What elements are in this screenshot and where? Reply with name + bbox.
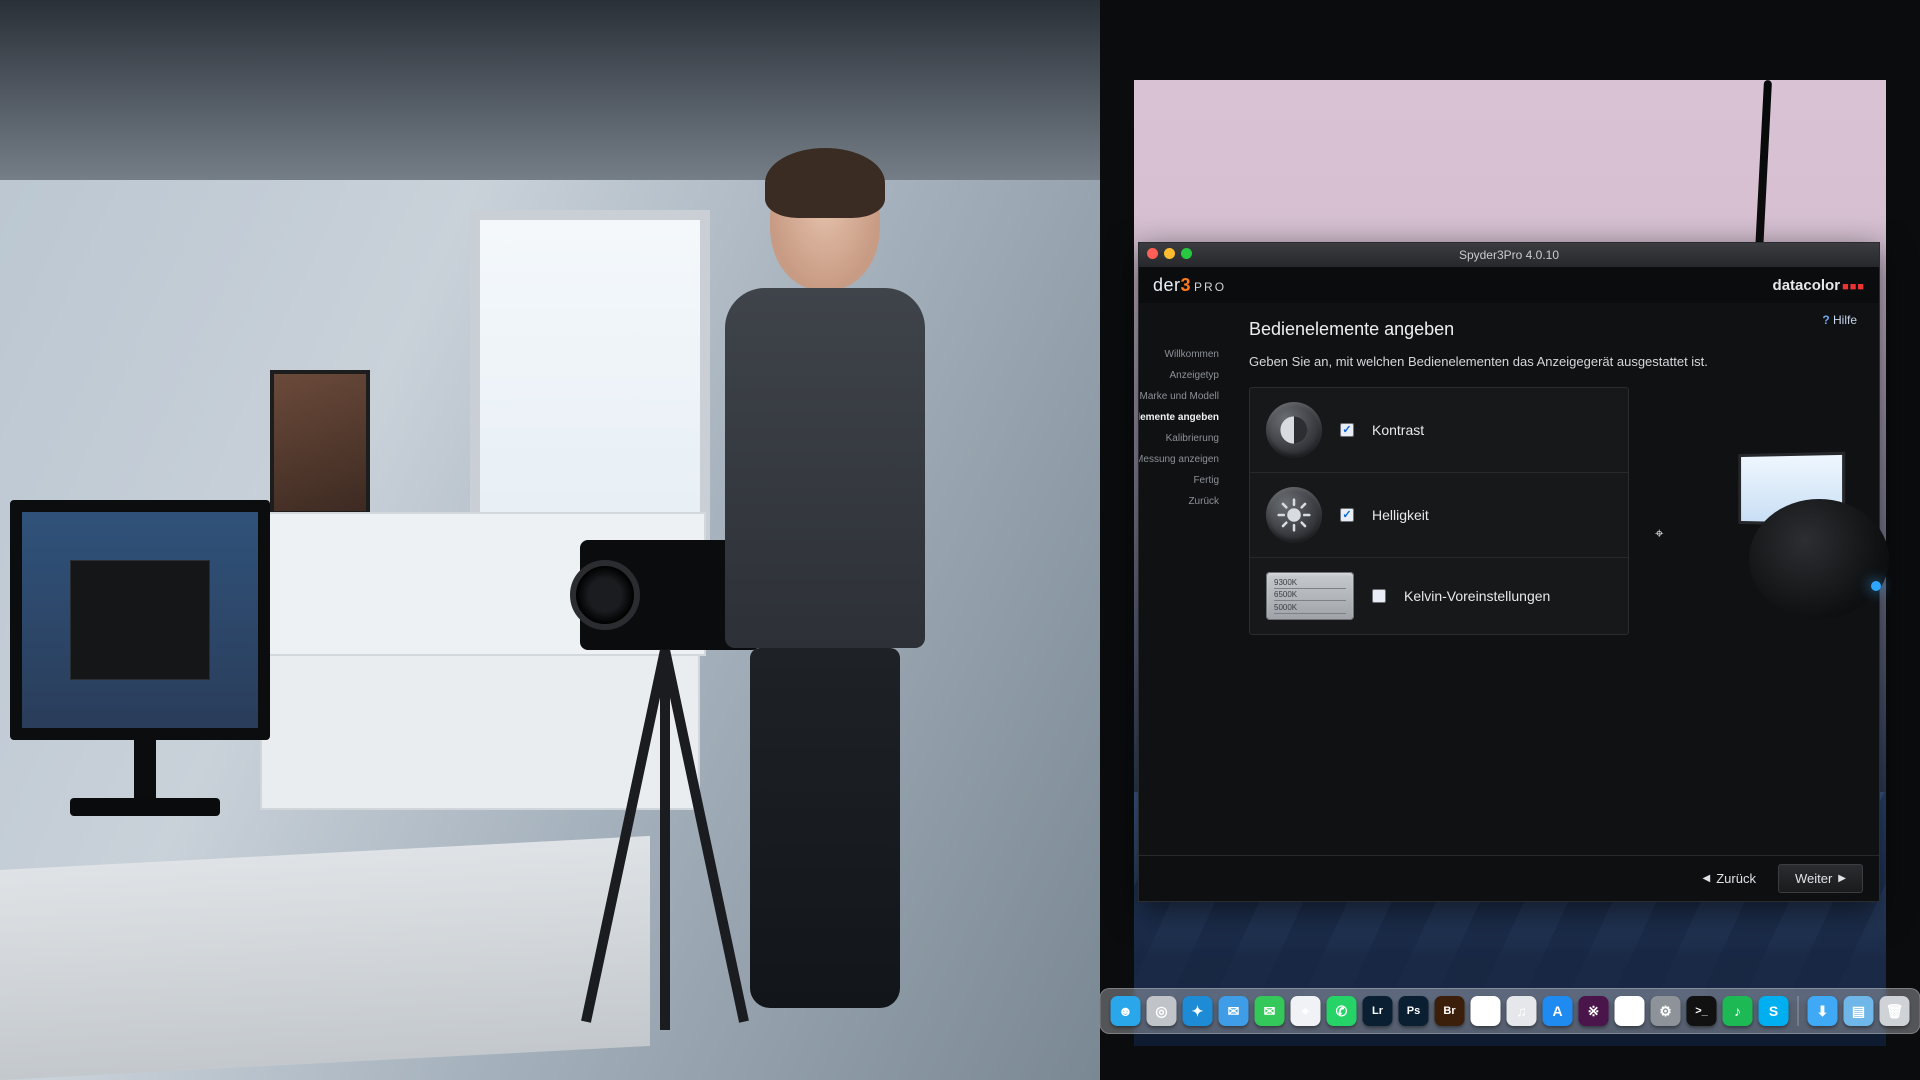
trash-icon[interactable]: 🗑 bbox=[1880, 996, 1910, 1026]
brightness-checkbox[interactable] bbox=[1340, 508, 1354, 522]
terminal-icon[interactable]: >_ bbox=[1687, 996, 1717, 1026]
close-icon[interactable] bbox=[1147, 248, 1158, 259]
spotify-icon[interactable]: ♪ bbox=[1723, 996, 1753, 1026]
safari-icon[interactable]: ✦ bbox=[1183, 996, 1213, 1026]
messages-icon[interactable]: ✉ bbox=[1255, 996, 1285, 1026]
monitor-bezel: Spyder3Pro 4.0.10 der3PRO datacolor■■■ H… bbox=[1100, 0, 1920, 1080]
lightroom-icon[interactable]: Lr bbox=[1363, 996, 1393, 1026]
contrast-label: Kontrast bbox=[1372, 422, 1424, 438]
downloads-icon[interactable]: ⬇ bbox=[1808, 996, 1838, 1026]
window-titlebar[interactable]: Spyder3Pro 4.0.10 bbox=[1139, 243, 1879, 267]
sidebar-step[interactable]: Zurück bbox=[1139, 496, 1219, 507]
device-preview bbox=[1699, 453, 1889, 633]
kelvin-checkbox[interactable] bbox=[1372, 589, 1386, 603]
page-title: Bedienelemente angeben bbox=[1249, 319, 1861, 340]
itunes-icon[interactable]: ♫ bbox=[1507, 996, 1537, 1026]
sidebar-step[interactable]: Fertig bbox=[1139, 475, 1219, 486]
brightness-icon bbox=[1266, 487, 1322, 543]
sidebar-step[interactable]: Messung anzeigen bbox=[1139, 454, 1219, 465]
contrast-checkbox[interactable] bbox=[1340, 423, 1354, 437]
appstore-icon[interactable]: A bbox=[1543, 996, 1573, 1026]
monitor-closeup: Spyder3Pro 4.0.10 der3PRO datacolor■■■ H… bbox=[1100, 0, 1920, 1080]
sidebar-step[interactable]: Marke und Modell bbox=[1139, 391, 1219, 402]
photos-icon[interactable]: ✿ bbox=[1471, 996, 1501, 1026]
contrast-icon bbox=[1266, 402, 1322, 458]
skype-icon[interactable]: S bbox=[1759, 996, 1789, 1026]
chrome-icon[interactable]: ◉ bbox=[1615, 996, 1645, 1026]
sidebar-step[interactable]: Willkommen bbox=[1139, 349, 1219, 360]
zoom-icon[interactable] bbox=[1181, 248, 1192, 259]
chevron-left-icon: ◀ bbox=[1703, 873, 1711, 884]
ceiling bbox=[0, 0, 1100, 180]
desk-monitor bbox=[10, 500, 280, 810]
spyder3pro-window: Spyder3Pro 4.0.10 der3PRO datacolor■■■ H… bbox=[1138, 242, 1880, 902]
spyder-sensor-icon bbox=[1749, 499, 1889, 619]
page-subtitle: Geben Sie an, mit welchen Bedienelemente… bbox=[1249, 354, 1861, 369]
wizard-footer: ◀ Zurück Weiter ▶ bbox=[1139, 855, 1879, 901]
mail-icon[interactable]: ✉ bbox=[1219, 996, 1249, 1026]
studio-photo bbox=[0, 0, 1100, 1080]
launchpad-icon[interactable]: ◎ bbox=[1147, 996, 1177, 1026]
mouse-cursor-icon: ⌖ bbox=[1655, 525, 1663, 542]
sensor-led-icon bbox=[1871, 581, 1881, 591]
wizard-steps-sidebar: Willkommen Anzeigetyp Marke und Modell B… bbox=[1139, 303, 1225, 855]
finder-icon[interactable]: ☻ bbox=[1111, 996, 1141, 1026]
back-button[interactable]: ◀ Zurück bbox=[1695, 865, 1764, 892]
minimize-icon[interactable] bbox=[1164, 248, 1175, 259]
kelvin-label: Kelvin-Voreinstellungen bbox=[1404, 588, 1550, 604]
documents-icon[interactable]: ▤ bbox=[1844, 996, 1874, 1026]
sidebar-step[interactable]: Kalibrierung bbox=[1139, 433, 1219, 444]
slack-icon[interactable]: ※ bbox=[1579, 996, 1609, 1026]
bridge-icon[interactable]: Br bbox=[1435, 996, 1465, 1026]
wall-art bbox=[270, 370, 370, 515]
main-content: Bedienelemente angeben Geben Sie an, mit… bbox=[1225, 303, 1879, 855]
sidebar-step-active[interactable]: Bedienelemente angeben bbox=[1139, 412, 1219, 423]
kelvin-presets-icon: 9300K 6500K 5000K bbox=[1266, 572, 1354, 620]
control-row-contrast[interactable]: Kontrast bbox=[1250, 388, 1628, 473]
macos-dock[interactable]: ☻◎✦✉✉⌖✆LrPsBr✿♫A※◉⚙>_♪S⬇▤🗑 bbox=[1100, 988, 1920, 1034]
sidebar-step[interactable]: Anzeigetyp bbox=[1139, 370, 1219, 381]
window-title: Spyder3Pro 4.0.10 bbox=[1459, 248, 1559, 262]
chevron-right-icon: ▶ bbox=[1838, 873, 1846, 884]
product-logo: der3PRO bbox=[1153, 275, 1226, 296]
window-traffic-lights[interactable] bbox=[1147, 248, 1192, 259]
control-row-kelvin[interactable]: 9300K 6500K 5000K Kelvin-Voreinstellunge… bbox=[1250, 558, 1628, 634]
photoshop-icon[interactable]: Ps bbox=[1399, 996, 1429, 1026]
controls-panel: Kontrast bbox=[1249, 387, 1629, 635]
desk-surface bbox=[0, 836, 650, 1080]
whatsapp-icon[interactable]: ✆ bbox=[1327, 996, 1357, 1026]
presenter-person bbox=[720, 150, 930, 950]
brand-bar: der3PRO datacolor■■■ bbox=[1139, 267, 1879, 303]
next-button[interactable]: Weiter ▶ bbox=[1778, 864, 1863, 893]
settings-icon[interactable]: ⚙ bbox=[1651, 996, 1681, 1026]
maps-icon[interactable]: ⌖ bbox=[1291, 996, 1321, 1026]
company-logo: datacolor■■■ bbox=[1773, 277, 1865, 294]
control-row-brightness[interactable]: Helligkeit bbox=[1250, 473, 1628, 558]
brightness-label: Helligkeit bbox=[1372, 507, 1429, 523]
dock-separator bbox=[1798, 996, 1799, 1026]
